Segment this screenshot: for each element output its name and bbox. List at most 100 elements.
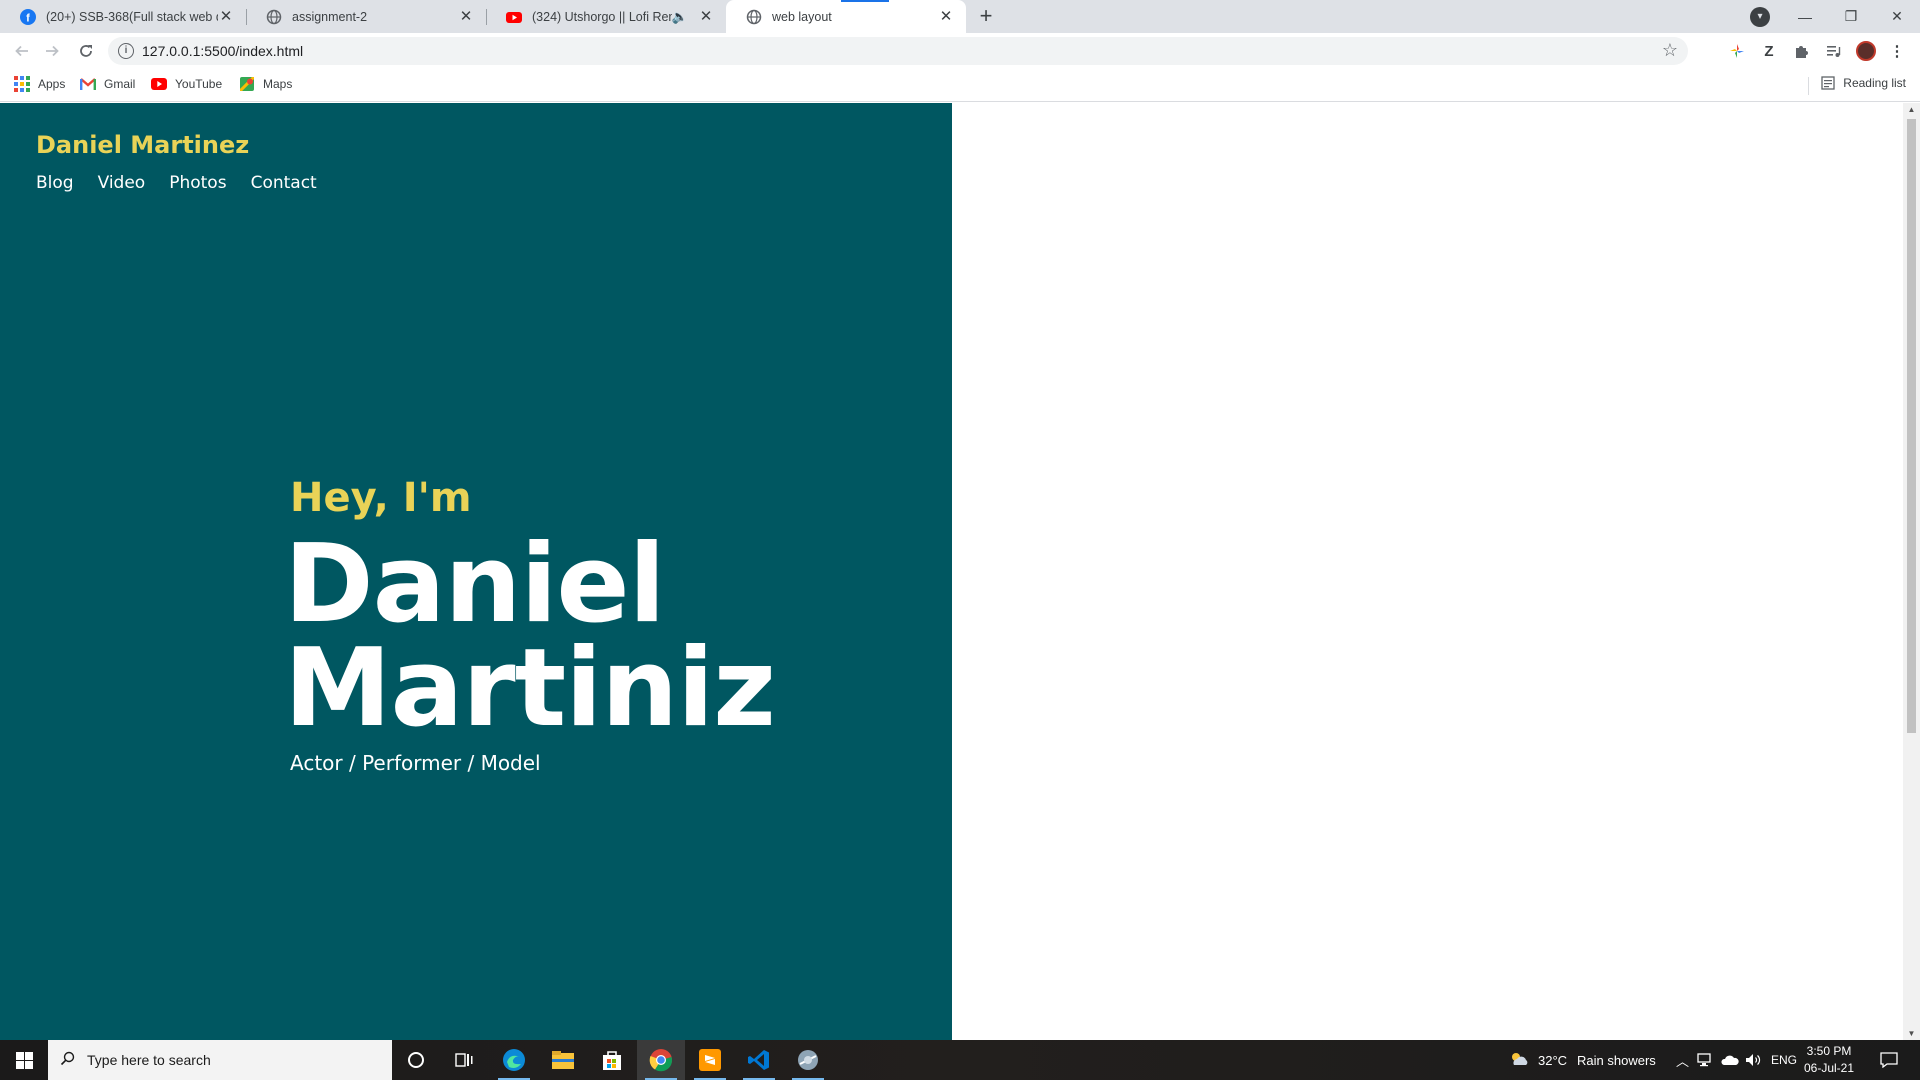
gmail-icon [80, 76, 96, 92]
tab-assignment[interactable]: assignment-2 ✕ [246, 0, 486, 33]
bookmark-label: Maps [263, 77, 293, 91]
scroll-up-icon[interactable]: ▲ [1907, 105, 1916, 114]
tab-search-icon[interactable]: ▾ [1750, 7, 1770, 27]
tab-strip: f (20+) SSB-368(Full stack web dev ✕ ass… [0, 0, 1920, 33]
bookmark-label: Gmail [104, 77, 136, 91]
nav-link-contact[interactable]: Contact [251, 173, 317, 193]
app-icon[interactable] [784, 1040, 832, 1080]
svg-text:f: f [26, 12, 30, 24]
close-icon[interactable]: ✕ [218, 8, 234, 25]
extension-z-icon[interactable]: Z [1758, 40, 1780, 62]
minimize-button[interactable]: — [1782, 0, 1828, 33]
tab-facebook[interactable]: f (20+) SSB-368(Full stack web dev ✕ [0, 0, 246, 33]
chrome-icon[interactable] [637, 1040, 685, 1080]
globe-icon [746, 9, 762, 25]
divider [1808, 77, 1809, 95]
sublime-icon[interactable] [686, 1040, 734, 1080]
back-arrow-icon [15, 45, 28, 57]
reload-button[interactable] [72, 37, 100, 65]
hero-section: Daniel Martinez Blog Video Photos Contac… [0, 103, 952, 1040]
scroll-down-icon[interactable]: ▼ [1907, 1029, 1916, 1038]
new-tab-button[interactable]: + [973, 4, 999, 30]
apps-grid-icon [14, 76, 30, 92]
hero-name-last: Martiniz [284, 626, 776, 751]
notifications-icon[interactable] [1880, 1040, 1898, 1080]
reload-icon [80, 45, 92, 57]
close-window-button[interactable]: ✕ [1874, 0, 1920, 33]
bookmark-youtube[interactable]: YouTube [151, 76, 222, 92]
bookmarks-bar: Apps Gmail YouTube Maps Reading list [0, 69, 1920, 102]
windows-logo-icon [15, 1051, 33, 1069]
url-text[interactable]: 127.0.0.1:5500/index.html [142, 43, 303, 59]
clock-date: 06-Jul-21 [1803, 1061, 1855, 1075]
search-icon [60, 1051, 75, 1070]
globe-icon [266, 9, 282, 25]
bookmark-star-icon[interactable]: ☆ [1662, 40, 1678, 61]
scrollbar-thumb[interactable] [1907, 119, 1916, 733]
nav-link-photos[interactable]: Photos [169, 173, 226, 193]
reading-list-label: Reading list [1843, 76, 1906, 90]
vscode-icon[interactable] [735, 1040, 783, 1080]
media-controls-icon[interactable] [1822, 40, 1844, 62]
forward-arrow-icon [46, 45, 59, 57]
weather-desc: Rain showers [1577, 1052, 1656, 1068]
browser-toolbar: i 127.0.0.1:5500/index.html ☆ Z ⋮ [0, 33, 1920, 69]
tab-web-layout[interactable]: web layout ✕ [726, 0, 966, 33]
facebook-icon: f [20, 8, 36, 25]
close-icon[interactable]: ✕ [938, 8, 954, 25]
edge-icon[interactable] [490, 1040, 538, 1080]
rain-cloud-icon [1512, 1053, 1528, 1065]
reading-list-button[interactable]: Reading list [1821, 76, 1906, 90]
system-clock[interactable]: 3:50 PM 06-Jul-21 [1794, 1043, 1864, 1077]
tab-title: (324) Utshorgo || Lofi Remix | [532, 9, 672, 24]
tab-title: (20+) SSB-368(Full stack web dev [46, 9, 218, 24]
bookmark-gmail[interactable]: Gmail [80, 76, 135, 92]
forward-button[interactable] [38, 37, 66, 65]
site-brand[interactable]: Daniel Martinez [36, 131, 249, 159]
site-info-icon[interactable]: i [118, 43, 134, 59]
tab-title: assignment-2 [292, 9, 368, 24]
main-nav: Blog Video Photos Contact [36, 173, 317, 193]
hero-name: Daniel Martiniz [284, 522, 776, 751]
bookmark-label: YouTube [175, 77, 223, 91]
cortana-icon[interactable] [392, 1040, 440, 1080]
vertical-scrollbar[interactable]: ▲ ▼ [1903, 103, 1920, 1040]
menu-kebab-icon[interactable]: ⋮ [1886, 40, 1908, 62]
search-placeholder: Type here to search [87, 1052, 211, 1068]
task-view-icon[interactable] [440, 1040, 488, 1080]
tab-loading-indicator [841, 0, 889, 2]
show-hidden-icons-icon[interactable]: ︿ [1676, 1040, 1689, 1080]
back-button[interactable] [8, 37, 36, 65]
reading-list-icon [1821, 76, 1835, 90]
bookmark-apps[interactable]: Apps [14, 76, 65, 92]
onedrive-icon[interactable] [1721, 1040, 1739, 1080]
extension-pinwheel-icon[interactable] [1726, 40, 1748, 62]
hero-greeting: Hey, I'm [290, 475, 472, 521]
store-icon[interactable] [588, 1040, 636, 1080]
address-bar[interactable]: i 127.0.0.1:5500/index.html ☆ [108, 37, 1688, 65]
hero-name-first: Daniel [284, 522, 666, 647]
speaker-icon[interactable]: 🔈 [672, 9, 688, 25]
weather-widget[interactable]: 32°C Rain showers [1508, 1040, 1656, 1080]
page-viewport: Daniel Martinez Blog Video Photos Contac… [0, 103, 1920, 1040]
close-icon[interactable]: ✕ [458, 8, 474, 25]
taskbar-search[interactable]: Type here to search [48, 1040, 392, 1080]
windows-taskbar: Type here to search 32°C Rain showers ︿ … [0, 1040, 1920, 1080]
extensions-puzzle-icon[interactable] [1790, 40, 1812, 62]
close-icon[interactable]: ✕ [698, 8, 714, 25]
nav-link-video[interactable]: Video [98, 173, 146, 193]
restore-button[interactable]: ❐ [1828, 0, 1874, 33]
hero-roles: Actor / Performer / Model [290, 751, 541, 775]
weather-temp: 32°C [1538, 1052, 1568, 1068]
start-button[interactable] [0, 1040, 48, 1080]
bookmark-maps[interactable]: Maps [239, 76, 292, 92]
maps-icon [239, 76, 255, 92]
clock-time: 3:50 PM [1806, 1044, 1852, 1058]
volume-icon[interactable] [1745, 1040, 1763, 1080]
network-icon[interactable] [1697, 1040, 1715, 1080]
tab-title: web layout [772, 9, 832, 24]
file-explorer-icon[interactable] [539, 1040, 587, 1080]
nav-link-blog[interactable]: Blog [36, 173, 74, 193]
profile-avatar[interactable] [1856, 41, 1876, 61]
tab-youtube[interactable]: (324) Utshorgo || Lofi Remix | 🔈 ✕ [486, 0, 726, 33]
